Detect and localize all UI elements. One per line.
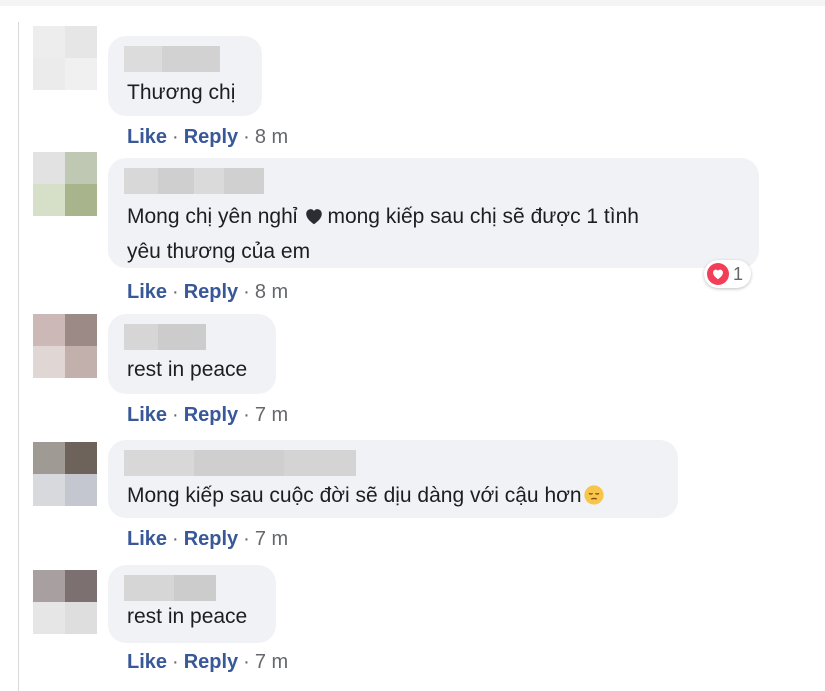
comment-actions: Like · Reply · 8 m: [127, 281, 288, 304]
reply-link[interactable]: Reply: [184, 404, 238, 426]
black-heart-icon: [303, 205, 325, 236]
timestamp[interactable]: 7 m: [255, 651, 288, 673]
comment-text: Thương chị: [127, 81, 236, 104]
reaction-badge[interactable]: 1: [704, 260, 752, 288]
separator: ·: [172, 528, 179, 550]
pensive-face-emoji: [583, 484, 605, 515]
separator: ·: [243, 651, 250, 673]
reply-link[interactable]: Reply: [184, 281, 238, 303]
separator: ·: [172, 651, 179, 673]
comment-bubble: rest in peace: [108, 314, 276, 394]
author-name-blurred[interactable]: [124, 450, 356, 476]
comment-actions: Like · Reply · 7 m: [127, 528, 288, 551]
separator: ·: [243, 528, 250, 550]
separator: ·: [243, 126, 250, 148]
comment-text: Mong chị yên nghỉ mong kiếp sau chị sẽ đư…: [127, 201, 639, 267]
separator: ·: [243, 281, 250, 303]
timestamp[interactable]: 7 m: [255, 404, 288, 426]
like-link[interactable]: Like: [127, 404, 167, 426]
like-link[interactable]: Like: [127, 281, 167, 303]
comment-actions: Like · Reply · 8 m: [127, 126, 288, 149]
separator: ·: [172, 281, 179, 303]
separator: ·: [172, 126, 179, 148]
comment-text-line: Mong kiếp sau cuộc đời sẽ dịu dàng với c…: [127, 484, 582, 507]
timestamp[interactable]: 8 m: [255, 281, 288, 303]
author-name-blurred[interactable]: [124, 324, 206, 350]
like-link[interactable]: Like: [127, 651, 167, 673]
comment-bubble: Thương chị: [108, 36, 262, 116]
timestamp[interactable]: 8 m: [255, 126, 288, 148]
comment-text: Mong kiếp sau cuộc đời sẽ dịu dàng với c…: [127, 480, 605, 515]
comment-bubble: Mong chị yên nghỉ mong kiếp sau chị sẽ đư…: [108, 158, 759, 268]
avatar[interactable]: [33, 26, 97, 90]
comment-text-line: mong kiếp sau chị sẽ được 1 tình: [327, 205, 639, 228]
comment-text-line: Mong chị yên nghỉ: [127, 205, 298, 228]
comment-bubble: Mong kiếp sau cuộc đời sẽ dịu dàng với c…: [108, 440, 678, 518]
heart-reaction-icon: [707, 263, 729, 285]
top-border: [0, 0, 825, 6]
avatar[interactable]: [33, 152, 97, 216]
comment-actions: Like · Reply · 7 m: [127, 651, 288, 674]
like-link[interactable]: Like: [127, 126, 167, 148]
comment-text: rest in peace: [127, 358, 248, 381]
timestamp[interactable]: 7 m: [255, 528, 288, 550]
reply-link[interactable]: Reply: [184, 651, 238, 673]
author-name-blurred[interactable]: [124, 168, 264, 194]
separator: ·: [172, 404, 179, 426]
reply-link[interactable]: Reply: [184, 528, 238, 550]
thread-line: [18, 22, 19, 691]
comment-text-line: yêu thương của em: [127, 240, 311, 263]
author-name-blurred[interactable]: [124, 575, 216, 601]
author-name-blurred[interactable]: [124, 46, 220, 72]
comment-actions: Like · Reply · 7 m: [127, 404, 288, 427]
avatar[interactable]: [33, 314, 97, 378]
reply-link[interactable]: Reply: [184, 126, 238, 148]
reaction-count: 1: [733, 263, 744, 284]
like-link[interactable]: Like: [127, 528, 167, 550]
avatar[interactable]: [33, 570, 97, 634]
avatar[interactable]: [33, 442, 97, 506]
comment-bubble: rest in peace: [108, 565, 276, 643]
comment-text: rest in peace: [127, 605, 248, 628]
separator: ·: [243, 404, 250, 426]
